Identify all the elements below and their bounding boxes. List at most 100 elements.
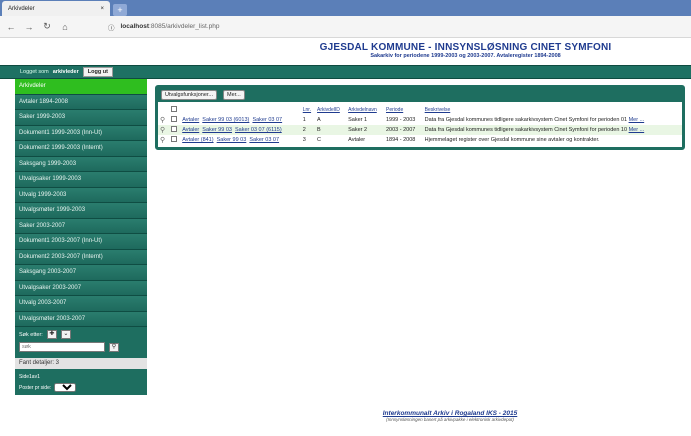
cell-id: A xyxy=(315,115,347,125)
sidebar-search: Søk etter: ✚ ⌄ ⚲ xyxy=(15,327,147,358)
header-periode[interactable]: Periode xyxy=(384,105,423,115)
footer-link[interactable]: Interkommunalt Arkiv i Rogaland IKS - 20… xyxy=(350,410,550,417)
sidebar-item-utvalgsmoter-1999-2003[interactable]: Utvalgsmøter 1999-2003 xyxy=(15,203,147,219)
cell-period: 2003 - 2007 xyxy=(383,125,423,135)
more-link[interactable]: Mer ... xyxy=(629,127,645,133)
paging: Side1av1 Poster pr side: 20 xyxy=(15,369,147,395)
view-icon[interactable]: ⚲ xyxy=(160,127,165,134)
more-button[interactable]: Mer... xyxy=(223,90,245,100)
toolbar: Utvalgsfunksjoner... Mer... xyxy=(158,88,682,102)
cell-id: B xyxy=(315,125,347,135)
cell-desc: Data fra Gjesdal kommunes tidligere saka… xyxy=(424,117,628,123)
options-button[interactable]: Utvalgsfunksjoner... xyxy=(161,90,217,100)
url-path: :8085/arkivdeler_list.php xyxy=(149,23,220,30)
table-row: ⚲ Avtaler (841) Saker 99 03 Saker 03 07 … xyxy=(158,135,682,145)
link-avtaler[interactable]: Avtaler (841) xyxy=(182,137,213,143)
pin-icon[interactable]: ✚ xyxy=(46,330,57,339)
cell-lnr: 1 xyxy=(300,115,316,125)
logged-in-label: Logget som xyxy=(20,69,49,75)
sidebar-item-dokument2-2003-2007[interactable]: Dokument2 2003-2007 (Internt) xyxy=(15,249,147,265)
cell-id: C xyxy=(315,135,347,145)
row-checkbox[interactable] xyxy=(170,126,177,132)
sidebar-item-saker-2003-2007[interactable]: Saker 2003-2007 xyxy=(15,218,147,234)
cell-name: Avtaler xyxy=(346,135,384,145)
table-row: ⚲ Avtaler Saker 99 03 (6013) Saker 03 07… xyxy=(158,115,682,125)
sidebar-item-saksgang-1999-2003[interactable]: Saksgang 1999-2003 xyxy=(15,156,147,172)
back-icon[interactable]: ← xyxy=(6,22,16,32)
home-icon[interactable]: ⌂ xyxy=(60,22,70,32)
browser-tab-bar: Arkivdeler × + xyxy=(0,0,691,16)
more-link[interactable]: Mer ... xyxy=(629,117,645,123)
search-icon[interactable]: ⚲ xyxy=(109,342,119,352)
header-arkivdelnavn[interactable]: Arkivdelnavn xyxy=(346,105,384,115)
reload-icon[interactable]: ↻ xyxy=(42,21,52,32)
link-avtaler[interactable]: Avtaler xyxy=(182,127,199,133)
username: arkivleder xyxy=(52,69,79,75)
browser-tab[interactable]: Arkivdeler × xyxy=(2,1,110,16)
cell-name: Saker 1 xyxy=(346,115,384,125)
sidebar-item-utvalgsaker-2003-2007[interactable]: Utvalgsaker 2003-2007 xyxy=(15,280,147,296)
per-page-select[interactable]: 20 xyxy=(54,383,77,392)
footer: Interkommunalt Arkiv i Rogaland IKS - 20… xyxy=(350,410,550,422)
header-arkivdelid[interactable]: ArkivdelID xyxy=(315,105,346,115)
sidebar-item-utvalgsmoter-2003-2007[interactable]: Utvalgsmøter 2003-2007 xyxy=(15,311,147,327)
close-icon[interactable]: × xyxy=(100,6,104,12)
link-saker-03-07[interactable]: Saker 03 07 (6115) xyxy=(235,127,282,133)
sidebar-item-arkivdeler[interactable]: Arkivdeler xyxy=(15,79,147,95)
sidebar: Arkivdeler Avtaler 1894-2008 Saker 1999-… xyxy=(15,79,147,395)
url-field[interactable]: ⓘ localhost:8085/arkivdeler_list.php xyxy=(108,22,685,32)
sidebar-item-avtaler-1894-2008[interactable]: Avtaler 1894-2008 xyxy=(15,94,147,110)
row-checkbox[interactable] xyxy=(170,136,177,142)
link-avtaler[interactable]: Avtaler xyxy=(182,117,199,123)
table-row: ⚲ Avtaler Saker 99 03 Saker 03 07 (6115)… xyxy=(158,125,682,135)
link-saker-99-03[interactable]: Saker 99 03 (6013) xyxy=(202,117,249,123)
link-saker-99-03[interactable]: Saker 99 03 xyxy=(217,137,247,143)
cell-lnr: 2 xyxy=(300,125,316,135)
header-beskrivelse[interactable]: Beskrivelse xyxy=(423,105,682,115)
search-label: Søk etter: xyxy=(19,331,43,338)
browser-tab-title: Arkivdeler xyxy=(8,5,35,12)
logout-button[interactable]: Logg ut xyxy=(82,67,113,77)
main-content: Utvalgsfunksjoner... Mer... Lnr. Arkivde… xyxy=(155,85,685,395)
info-icon: ⓘ xyxy=(108,24,115,32)
view-icon[interactable]: ⚲ xyxy=(160,117,165,124)
view-icon[interactable]: ⚲ xyxy=(160,137,165,144)
page-info: Side1av1 xyxy=(19,373,40,380)
records-panel: Utvalgsfunksjoner... Mer... Lnr. Arkivde… xyxy=(155,85,685,150)
page-subtitle: Sakarkiv for periodene 1999-2003 og 2003… xyxy=(370,53,561,59)
url-host: localhost xyxy=(120,23,150,30)
sidebar-item-dokument1-2003-2007[interactable]: Dokument1 2003-2007 (Inn-Ut) xyxy=(15,234,147,250)
chevron-down-icon[interactable]: ⌄ xyxy=(60,330,71,339)
link-saker-03-07[interactable]: Saker 03 07 xyxy=(249,137,279,143)
link-saker-99-03[interactable]: Saker 99 03 xyxy=(202,127,232,133)
page-title: GJESDAL KOMMUNE - INNSYNSLØSNING CINET S… xyxy=(319,42,612,53)
cell-period: 1999 - 2003 xyxy=(383,115,423,125)
sidebar-item-dokument2-1999-2003[interactable]: Dokument2 1999-2003 (Internt) xyxy=(15,141,147,157)
cell-desc: Hjemmelaget register over Gjesdal kommun… xyxy=(424,137,600,143)
sidebar-item-utvalg-2003-2007[interactable]: Utvalg 2003-2007 xyxy=(15,296,147,312)
table-header-row: Lnr. ArkivdelID Arkivdelnavn Periode Bes… xyxy=(158,105,682,115)
footer-note: (Innsynsløsningen basert på arkivpakke i… xyxy=(386,417,514,422)
sidebar-item-saker-1999-2003[interactable]: Saker 1999-2003 xyxy=(15,110,147,126)
header-lnr[interactable]: Lnr. xyxy=(301,105,315,115)
found-details: Fant detaljer: 3 xyxy=(15,358,147,369)
select-all-checkbox[interactable] xyxy=(170,106,177,112)
page-header: GJESDAL KOMMUNE - INNSYNSLØSNING CINET S… xyxy=(0,38,691,60)
per-page-label: Poster pr side: xyxy=(19,384,52,391)
forward-icon[interactable]: → xyxy=(24,22,34,32)
records-table: Lnr. ArkivdelID Arkivdelnavn Periode Bes… xyxy=(158,105,682,145)
login-bar: Logget som arkivleder Logg ut xyxy=(0,65,691,79)
cell-lnr: 3 xyxy=(300,135,316,145)
address-bar: ← → ↻ ⌂ ⓘ localhost:8085/arkivdeler_list… xyxy=(0,16,691,38)
new-tab-button[interactable]: + xyxy=(113,4,127,16)
sidebar-item-dokument1-1999-2003[interactable]: Dokument1 1999-2003 (Inn-Ut) xyxy=(15,125,147,141)
sidebar-item-utvalgsaker-1999-2003[interactable]: Utvalgsaker 1999-2003 xyxy=(15,172,147,188)
search-input[interactable] xyxy=(19,342,105,352)
sidebar-item-saksgang-2003-2007[interactable]: Saksgang 2003-2007 xyxy=(15,265,147,281)
cell-desc: Data fra Gjesdal kommunes tidligere saka… xyxy=(424,127,628,133)
row-checkbox[interactable] xyxy=(170,116,177,122)
sidebar-item-utvalg-1999-2003[interactable]: Utvalg 1999-2003 xyxy=(15,187,147,203)
link-saker-03-07[interactable]: Saker 03 07 xyxy=(252,117,282,123)
cell-name: Saker 2 xyxy=(346,125,384,135)
cell-period: 1894 - 2008 xyxy=(383,135,423,145)
